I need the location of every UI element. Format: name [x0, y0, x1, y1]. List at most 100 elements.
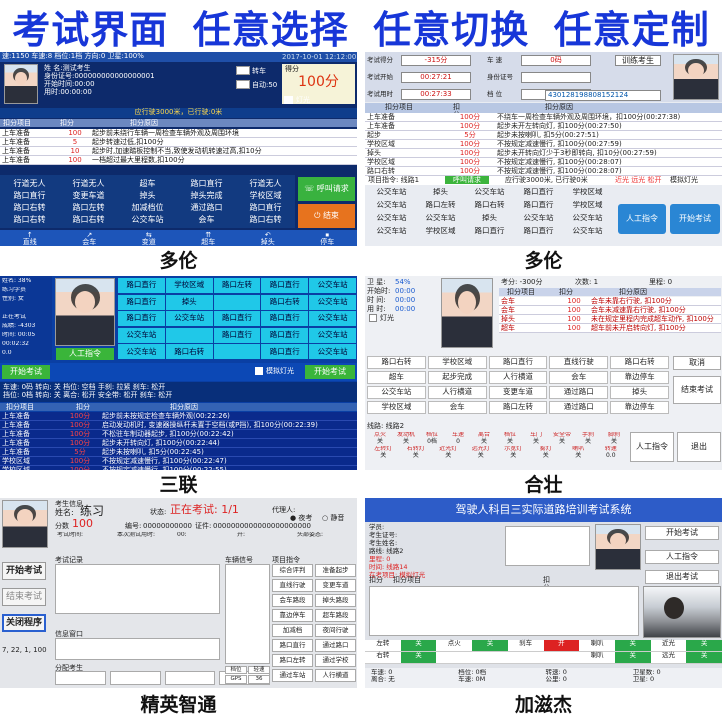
bottom-nav-item[interactable]: ↗ 会车: [82, 232, 96, 246]
item-button[interactable]: 路口左转: [272, 654, 313, 667]
item-button[interactable]: 路口右转: [610, 356, 669, 369]
item-button[interactable]: 路口左转: [416, 201, 465, 210]
item-button[interactable]: 路口直行: [118, 294, 165, 310]
table-row[interactable]: 上车准备 100 起步前未绕行车辆一周检查车辆外观及周围环境: [0, 129, 357, 138]
item-button[interactable]: 掉头: [118, 191, 177, 202]
item-button[interactable]: 路口直行: [213, 311, 261, 327]
lamp-checkbox[interactable]: [255, 367, 263, 375]
item-button[interactable]: 超车: [367, 371, 426, 384]
item-button[interactable]: 通过路口: [549, 386, 609, 399]
item-button[interactable]: 公交车站: [367, 201, 416, 210]
close-program-button[interactable]: 关闭程序: [2, 614, 46, 632]
cancel-button[interactable]: 取消: [673, 356, 721, 370]
table-row[interactable]: 掉头 100分 起步未开转向灯少于3秒即转向, 扣10分(00:27:59): [365, 149, 722, 158]
start-exam-button[interactable]: 开始考试: [670, 204, 720, 234]
item-button[interactable]: 学校区域: [563, 201, 612, 210]
manual-command-button[interactable]: 人工指令: [56, 348, 114, 360]
item-button[interactable]: 路口直行: [213, 327, 261, 343]
table-row[interactable]: 上车准备 10 起步时,加速踏板控制不当,致使发动机转速过高,扣10分: [0, 147, 357, 156]
item-button[interactable]: 通过学校: [315, 654, 356, 667]
item-button[interactable]: 公交车站: [416, 214, 465, 223]
item-button[interactable]: 掉头: [416, 188, 465, 197]
item-button[interactable]: 加减档位: [118, 203, 177, 214]
item-button[interactable]: 路口右转: [165, 344, 213, 360]
item-button[interactable]: 学校区域: [563, 188, 612, 197]
item-button[interactable]: 变更车道: [315, 579, 356, 592]
item-button[interactable]: 会车: [549, 371, 609, 384]
item-button[interactable]: 夜间行驶: [315, 624, 356, 637]
end-button[interactable]: ⏻ 结束: [298, 204, 355, 228]
item-button[interactable]: 路口直行: [261, 278, 309, 293]
item-button[interactable]: 路口右转: [59, 215, 118, 226]
item-button[interactable]: 行道无人: [236, 179, 295, 190]
lamp-checkbox[interactable]: [284, 96, 293, 104]
item-button[interactable]: 路口右转: [367, 356, 426, 369]
item-button[interactable]: 公交车站: [309, 294, 356, 310]
start-exam-button[interactable]: 开始考试: [2, 562, 46, 580]
table-row[interactable]: 上车准备 100分 不松驻车制动器起步, 扣100分(00:22:42): [0, 430, 357, 439]
item-button[interactable]: 通过路口: [315, 639, 356, 652]
table-row[interactable]: 会车 100 会车未靠右行驶, 扣100分: [499, 297, 721, 306]
table-row[interactable]: 上车准备 100分 起步前未按规定检查车辆外观(00:22:26): [0, 412, 357, 421]
item-button[interactable]: 掉头: [465, 214, 514, 223]
checkbox-2[interactable]: [236, 80, 250, 89]
item-button[interactable]: 公交车站: [309, 311, 356, 327]
manual-command-button[interactable]: 人工指令: [645, 550, 719, 564]
bottom-nav-item[interactable]: ⇆ 变道: [142, 232, 156, 246]
item-button[interactable]: 学校区域: [427, 356, 487, 369]
end-exam-button[interactable]: 结束考试: [2, 588, 46, 606]
item-button[interactable]: 直线行驶: [549, 356, 609, 369]
item-button[interactable]: 掉头: [165, 294, 213, 310]
item-button[interactable]: 学校区域: [416, 227, 465, 236]
item-button[interactable]: 公交车站: [563, 227, 612, 236]
item-button[interactable]: 公交车站: [367, 227, 416, 236]
item-button[interactable]: 超车路段: [315, 609, 356, 622]
table-row[interactable]: 掉头 100 未在规定里程内完成超车动作, 扣100分: [499, 315, 721, 324]
item-button[interactable]: 路口直行: [236, 203, 295, 214]
item-button[interactable]: 路口右转: [236, 215, 295, 226]
call-request-button[interactable]: 呼叫请求: [445, 176, 489, 185]
item-button[interactable]: 公交车站: [309, 327, 356, 343]
item-button[interactable]: 行道无人: [0, 179, 59, 190]
item-button[interactable]: 通过路口: [177, 203, 236, 214]
item-button[interactable]: 公交车站: [367, 188, 416, 197]
item-button[interactable]: 超车: [118, 179, 177, 190]
item-button[interactable]: 直线行驶: [272, 579, 313, 592]
manual-command-button[interactable]: 人工指令: [630, 432, 674, 462]
table-row[interactable]: 上车准备 100 一档超过最大里程数,扣100分: [0, 156, 357, 165]
item-button[interactable]: 公交车站: [118, 327, 165, 343]
item-button[interactable]: 综合评判: [272, 564, 313, 577]
table-row[interactable]: 路口右转 100分 不按规定减速慢行, 扣100分(00:28:07): [365, 167, 722, 176]
item-button[interactable]: 路口直行: [118, 311, 165, 327]
item-button[interactable]: 公交车站: [563, 214, 612, 223]
table-row[interactable]: 上车准备 100分 起步未开左转向灯, 扣100分(00:27:50): [365, 122, 722, 131]
item-button[interactable]: 路口直行: [261, 311, 309, 327]
call-request-button[interactable]: ☏ 呼叫请求: [298, 177, 355, 201]
status-button[interactable]: GPS: [225, 675, 247, 684]
item-button[interactable]: 掉头路段: [315, 594, 356, 607]
item-button[interactable]: 公交车站: [309, 278, 356, 293]
item-button[interactable]: 变更车道: [59, 191, 118, 202]
bottom-nav-item[interactable]: ⏹ 停车: [320, 232, 334, 246]
item-button[interactable]: 掉头完成: [177, 191, 236, 202]
name-field[interactable]: 训练考生: [615, 55, 661, 66]
item-button[interactable]: 公交车站: [309, 344, 356, 360]
item-button[interactable]: 会车: [427, 401, 487, 414]
item-button[interactable]: 人行横道: [315, 669, 356, 682]
bottom-nav-item[interactable]: ↑ 直线: [23, 232, 37, 246]
bottom-nav-item[interactable]: ↶ 掉头: [261, 232, 275, 246]
item-button[interactable]: 路口右转: [261, 294, 309, 310]
assign-slot[interactable]: [109, 671, 161, 685]
item-button[interactable]: 靠边停车: [610, 401, 669, 414]
item-button[interactable]: 公交车站: [118, 215, 177, 226]
item-button[interactable]: 公交车站: [367, 386, 426, 399]
item-button[interactable]: 路口左转: [488, 401, 548, 414]
item-button[interactable]: 人行横道: [427, 386, 487, 399]
table-row[interactable]: 上车准备 5 起步转速过低,扣100分: [0, 138, 357, 147]
manual-command-button[interactable]: 人工指令: [618, 204, 666, 234]
checkbox-1[interactable]: [236, 66, 250, 75]
status-button[interactable]: 档位: [225, 666, 247, 675]
table-row[interactable]: 学校区域 100分 不按规定减速慢行, 扣100分(00:27:59): [365, 140, 722, 149]
item-button[interactable]: 靠边停车: [272, 609, 313, 622]
item-button[interactable]: 路口直行: [261, 344, 309, 360]
